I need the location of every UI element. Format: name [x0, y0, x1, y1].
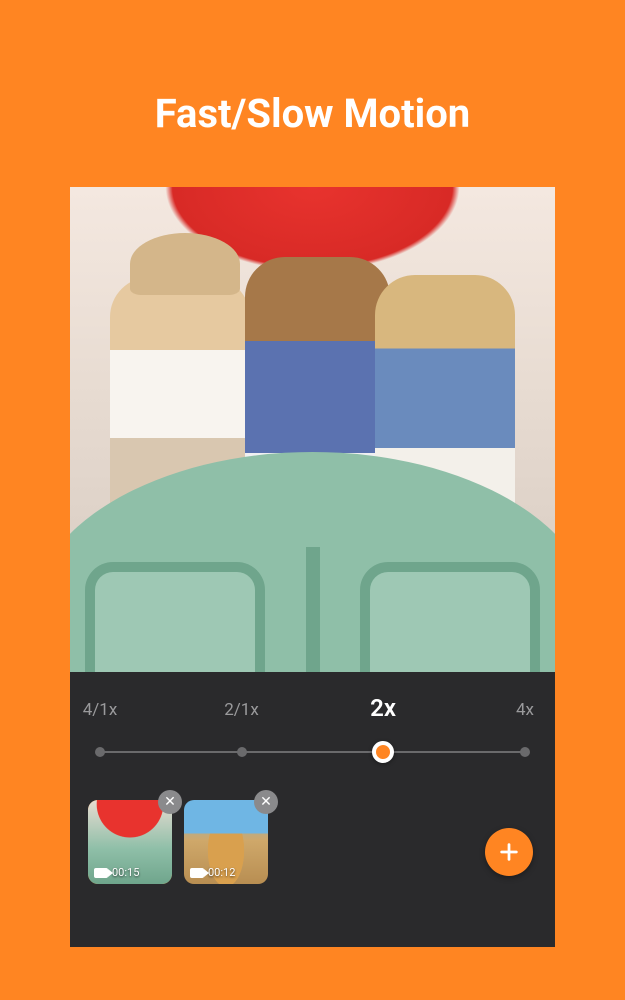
- slider-tick[interactable]: [95, 747, 105, 757]
- clip-thumbnail[interactable]: ✕ 00:12: [184, 800, 268, 884]
- speed-slider[interactable]: [100, 740, 525, 764]
- slider-track: [100, 751, 525, 753]
- clip-meta: 00:15: [94, 866, 139, 879]
- page-title: Fast/Slow Motion: [155, 90, 470, 137]
- app-frame: 4/1x 2/1x 2x 4x ✕: [70, 187, 555, 947]
- slider-thumb[interactable]: [372, 741, 394, 763]
- clip-thumbnail[interactable]: ✕ 00:15: [88, 800, 172, 884]
- video-icon: [190, 868, 204, 878]
- speed-option[interactable]: 4x: [516, 700, 534, 720]
- clips-row: ✕ 00:15 ✕ 00:12: [70, 788, 555, 904]
- slider-tick[interactable]: [237, 747, 247, 757]
- speed-option-selected[interactable]: 2x: [370, 694, 396, 722]
- clip-meta: 00:12: [190, 866, 235, 879]
- speed-option[interactable]: 4/1x: [83, 700, 118, 720]
- speed-option[interactable]: 2/1x: [224, 700, 259, 720]
- close-icon: ✕: [164, 795, 176, 809]
- slider-tick[interactable]: [520, 747, 530, 757]
- plus-icon: [498, 841, 520, 863]
- clip-duration: 00:15: [112, 866, 139, 879]
- clip-duration: 00:12: [208, 866, 235, 879]
- speed-labels: 4/1x 2/1x 2x 4x: [100, 700, 525, 730]
- remove-clip-button[interactable]: ✕: [254, 790, 278, 814]
- video-preview[interactable]: [70, 187, 555, 672]
- add-clip-button[interactable]: [485, 828, 533, 876]
- speed-control: 4/1x 2/1x 2x 4x: [70, 672, 555, 788]
- preview-car: [70, 452, 555, 672]
- controls-panel: 4/1x 2/1x 2x 4x ✕: [70, 672, 555, 947]
- close-icon: ✕: [260, 795, 272, 809]
- remove-clip-button[interactable]: ✕: [158, 790, 182, 814]
- video-icon: [94, 868, 108, 878]
